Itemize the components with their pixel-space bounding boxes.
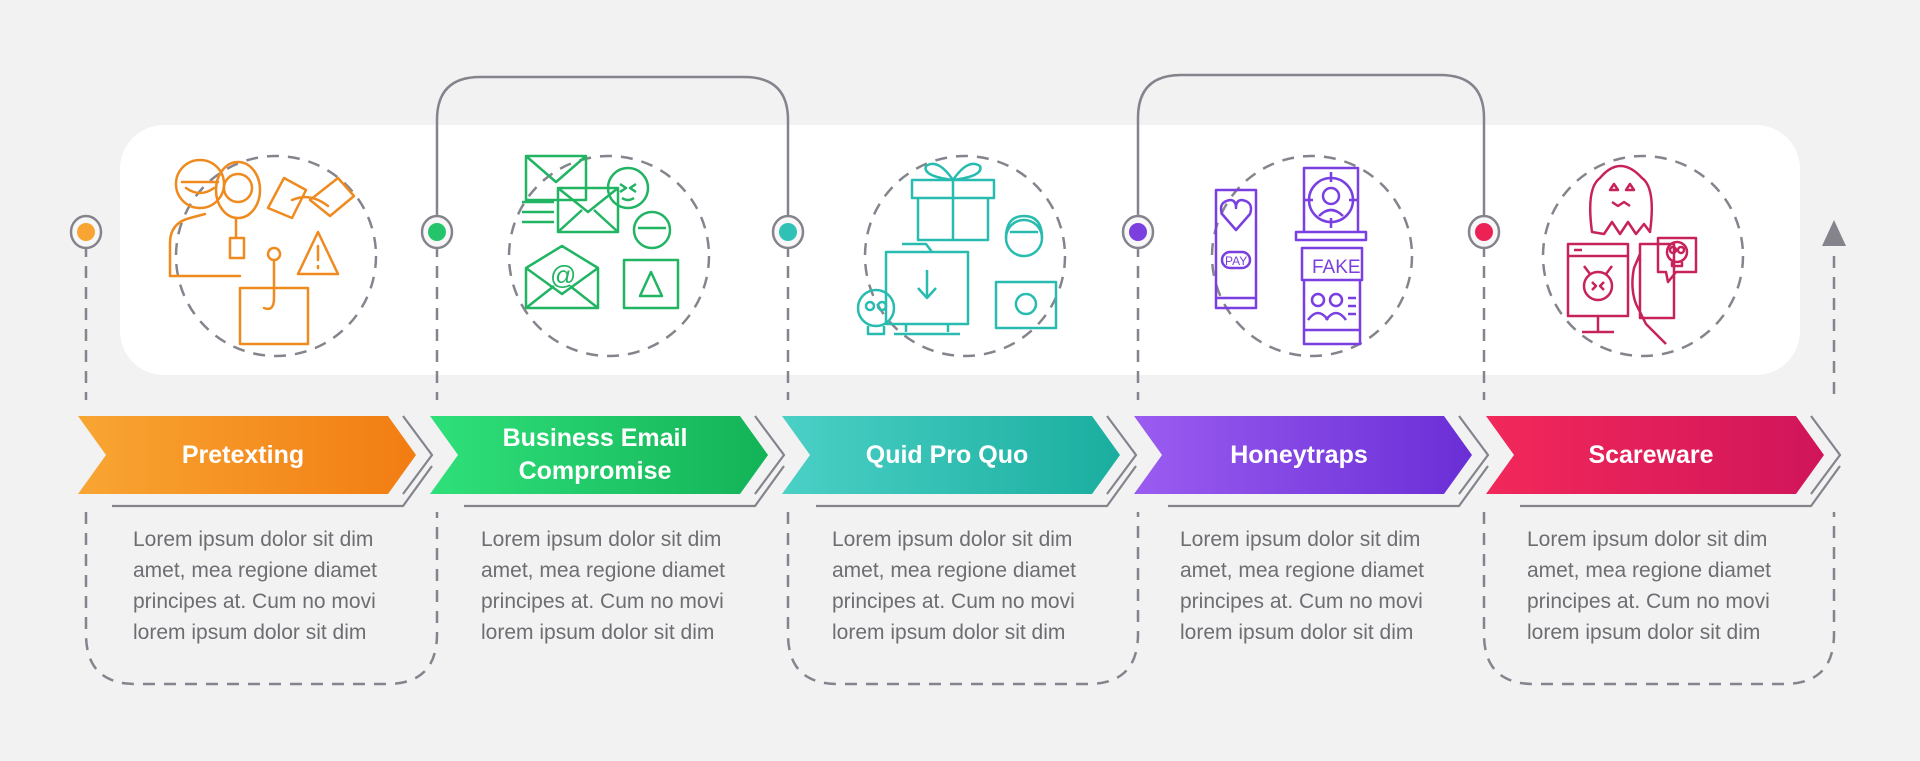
desc-line: amet, mea regione diamet [481, 559, 725, 582]
desc-line: lorem ipsum dolor sit dim [1527, 621, 1761, 644]
desc-line: amet, mea regione diamet [1527, 559, 1771, 582]
step-title-line: Compromise [518, 457, 672, 485]
step-title: Pretexting [181, 440, 305, 469]
desc-line: Lorem ipsum dolor sit dim [832, 528, 1073, 551]
desc-line: principes at. Cum no movi [1180, 590, 1423, 613]
arrow-up-icon [1822, 220, 1846, 246]
desc-line: Lorem ipsum dolor sit dim [133, 528, 374, 551]
desc-line: amet, mea regione diamet [1180, 559, 1424, 582]
step-description-honeytraps: Lorem ipsum dolor sit dim amet, mea regi… [1180, 524, 1470, 648]
desc-line: Lorem ipsum dolor sit dim [1180, 528, 1421, 551]
step-title: Quid Pro Quo [865, 440, 1029, 469]
svg-text:@: @ [550, 260, 576, 290]
step-honeytraps[interactable]: Honeytraps [1134, 416, 1474, 494]
step-title: Business Email Compromise [430, 416, 770, 494]
desc-line: principes at. Cum no movi [133, 590, 376, 613]
desc-line: lorem ipsum dolor sit dim [481, 621, 715, 644]
step-description-quid-pro-quo: Lorem ipsum dolor sit dim amet, mea regi… [832, 524, 1122, 648]
honeytraps-icon: PAY FAKE [1196, 148, 1436, 368]
step-title: Honeytraps [1230, 440, 1368, 469]
step-business-email-compromise[interactable]: Business Email Compromise [430, 416, 770, 494]
timeline-node-dot-2 [428, 223, 446, 241]
desc-line: Lorem ipsum dolor sit dim [481, 528, 722, 551]
timeline-node-dot-1 [77, 223, 95, 241]
desc-line: Lorem ipsum dolor sit dim [1527, 528, 1768, 551]
business-email-compromise-icon: @ [498, 148, 738, 368]
svg-text:PAY: PAY [1225, 254, 1247, 268]
step-description-pretexting: Lorem ipsum dolor sit dim amet, mea regi… [133, 524, 423, 648]
step-title: Scareware [1588, 440, 1714, 469]
timeline-node-dot-4 [1129, 223, 1147, 241]
timeline-node-dot-5 [1475, 223, 1493, 241]
desc-line: lorem ipsum dolor sit dim [133, 621, 367, 644]
desc-line: amet, mea regione diamet [832, 559, 1076, 582]
desc-line: lorem ipsum dolor sit dim [1180, 621, 1414, 644]
step-description-scareware: Lorem ipsum dolor sit dim amet, mea regi… [1527, 524, 1817, 648]
timeline-node-dot-3 [779, 223, 797, 241]
desc-line: principes at. Cum no movi [832, 590, 1075, 613]
step-title-line: Business Email [502, 424, 688, 452]
step-description-business-email-compromise: Lorem ipsum dolor sit dim amet, mea regi… [481, 524, 771, 648]
desc-line: principes at. Cum no movi [481, 590, 724, 613]
step-scareware[interactable]: Scareware [1486, 416, 1826, 494]
step-quid-pro-quo[interactable]: Quid Pro Quo [782, 416, 1122, 494]
pretexting-icon [160, 148, 400, 368]
desc-line: amet, mea regione diamet [133, 559, 377, 582]
quid-pro-quo-icon [846, 148, 1086, 368]
scareware-icon [1526, 148, 1766, 368]
desc-line: principes at. Cum no movi [1527, 590, 1770, 613]
step-pretexting[interactable]: Pretexting [78, 416, 418, 494]
desc-line: lorem ipsum dolor sit dim [832, 621, 1066, 644]
svg-text:FAKE: FAKE [1312, 257, 1361, 278]
